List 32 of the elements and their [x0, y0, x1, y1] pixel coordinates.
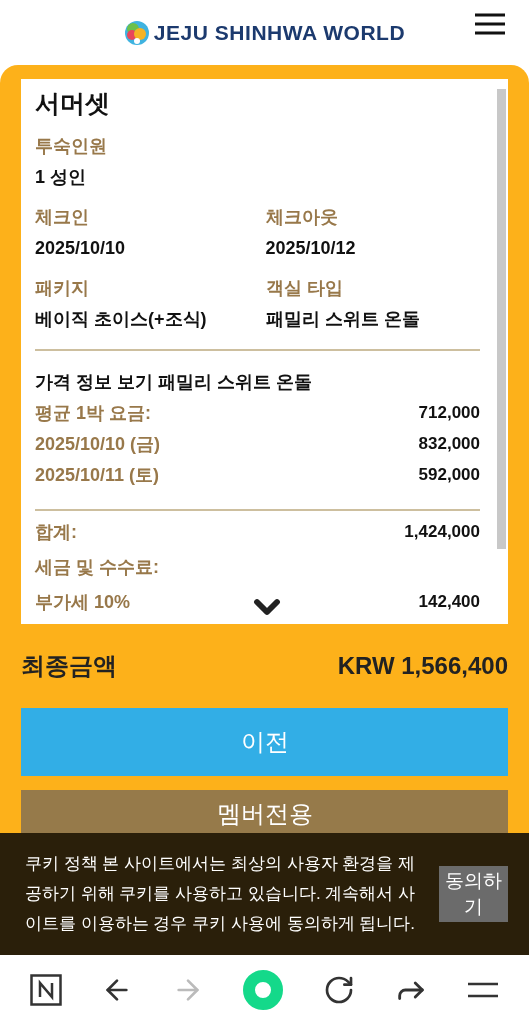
price-value: 832,000: [418, 433, 480, 456]
field-value: 2025/10/12: [265, 236, 357, 260]
price-label: 2025/10/11 (토): [35, 463, 160, 487]
card-title: 서머셋: [35, 88, 111, 119]
price-heading: 가격 정보 보기 패밀리 스위트 온돌: [35, 370, 313, 394]
naver-icon[interactable]: [29, 973, 62, 1006]
field-label: 투숙인원: [35, 134, 108, 158]
price-value: 1,424,000: [404, 521, 480, 544]
field-value: 2025/10/10: [35, 236, 127, 260]
price-value: 592,000: [418, 464, 480, 487]
menu-icon[interactable]: [474, 13, 506, 35]
field-label: 패키지: [35, 276, 90, 300]
logo-text: JEJU SHINHWA WORLD: [153, 19, 406, 46]
field-label: 객실 타입: [265, 276, 344, 300]
agree-button[interactable]: 동의하기: [439, 866, 508, 922]
final-amount: KRW 1,566,400: [337, 651, 508, 681]
price-value: 712,000: [418, 402, 480, 425]
field-label: 체크아웃: [265, 205, 339, 229]
field-value: 1 성인: [35, 165, 87, 189]
field-value: 베이직 초이스(+조식): [35, 307, 208, 331]
final-label: 최종금액: [21, 651, 117, 681]
logo-icon: [123, 19, 150, 46]
previous-button[interactable]: 이전: [21, 708, 508, 776]
price-label: 세금 및 수수료:: [35, 555, 159, 579]
price-label: 합계:: [35, 520, 77, 544]
price-label: 2025/10/10 (금): [35, 432, 161, 456]
price-label: 부가세 10%: [35, 590, 131, 614]
field-label: 체크인: [35, 205, 90, 229]
price-label: 평균 1박 요금:: [35, 401, 151, 425]
price-value: 142,400: [418, 591, 480, 614]
field-value: 패밀리 스위트 온돌: [265, 307, 421, 331]
menu-icon[interactable]: [467, 980, 500, 999]
